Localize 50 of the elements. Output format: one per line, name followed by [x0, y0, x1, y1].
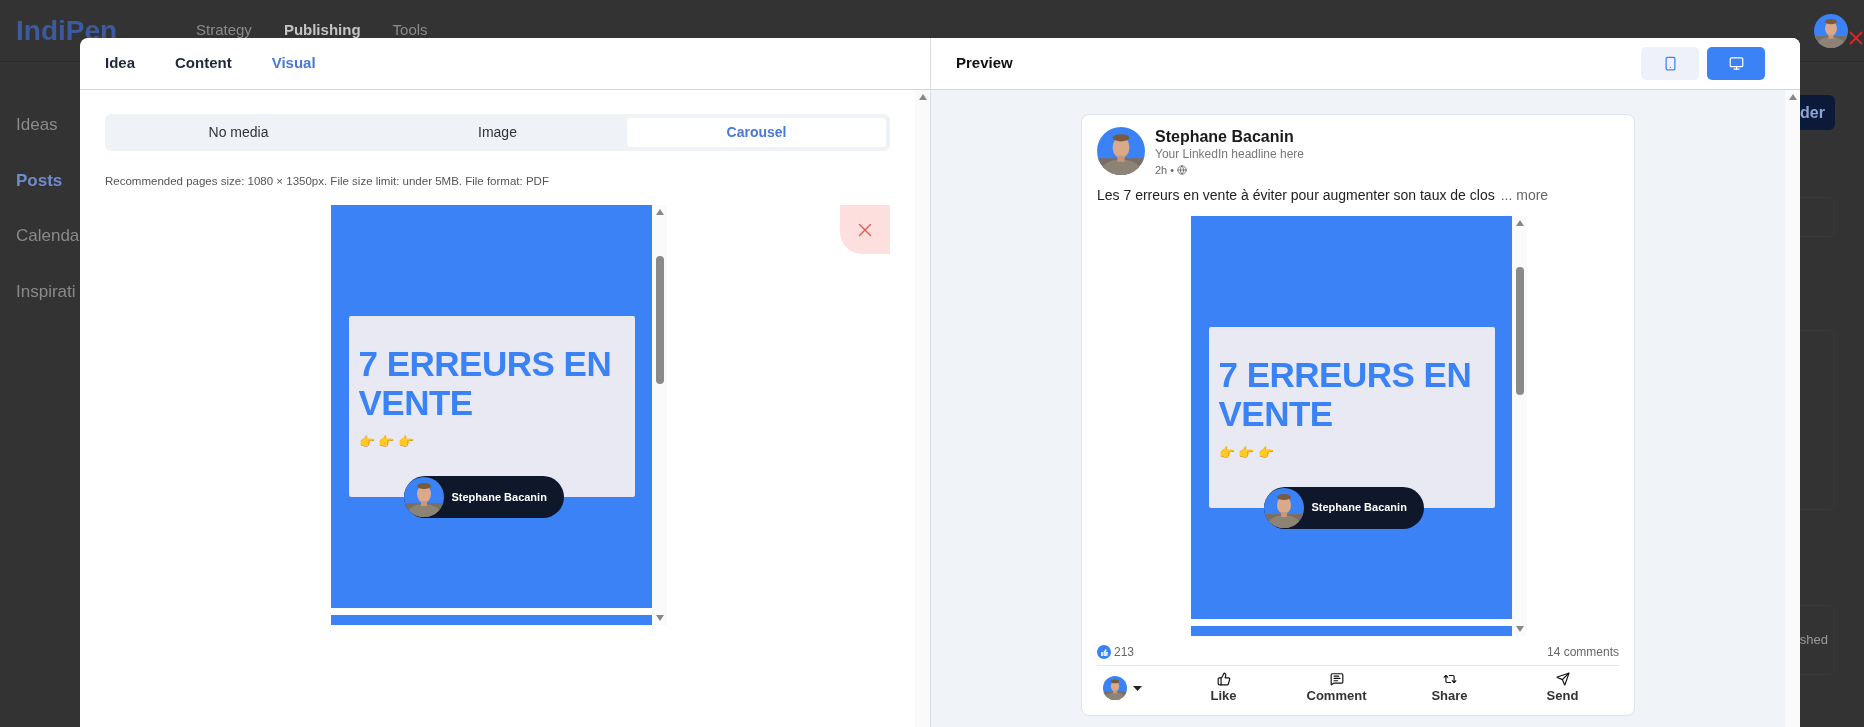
tab[interactable]: Idea: [105, 52, 135, 75]
tab[interactable]: Content: [175, 52, 232, 75]
more-link[interactable]: ... more: [1500, 184, 1549, 206]
scrollbar[interactable]: [1785, 90, 1800, 727]
globe-icon: [1177, 165, 1188, 176]
comment-count[interactable]: 14 comments: [1546, 643, 1619, 661]
hint-text: Recommended pages size: 1080 × 1350px. File size limit: under 5MB. File format: PDF: [105, 174, 550, 189]
caret-icon[interactable]: [1133, 685, 1142, 691]
post-action[interactable]: Share: [1393, 671, 1506, 705]
slide-title: 7 ERREURS EN VENTE: [358, 344, 613, 423]
scroll-up-icon[interactable]: [918, 94, 927, 100]
device-toggle[interactable]: [1641, 47, 1699, 80]
scrollbar-thumb[interactable]: [1515, 266, 1524, 395]
device-toggle[interactable]: [1707, 47, 1765, 80]
slide-emoji: 👉 👉 👉: [358, 433, 415, 452]
author-name: Stephane Bacanin: [451, 490, 547, 505]
author-name: Stephane Bacanin: [1311, 500, 1407, 516]
thumbs-up-icon: [1216, 671, 1231, 686]
reaction-count: 213: [1114, 644, 1135, 661]
monitor-icon: [1728, 56, 1744, 71]
scroll-down-icon[interactable]: [655, 615, 664, 622]
preview-title: Preview: [956, 53, 1013, 74]
like-reaction-icon: [1097, 645, 1111, 659]
post-action[interactable]: Send: [1506, 671, 1619, 705]
nav-link[interactable]: Strategy: [196, 19, 252, 42]
scrollbar[interactable]: [915, 90, 930, 727]
tab[interactable]: Visual: [271, 52, 316, 75]
post-time: 2h •: [1155, 163, 1175, 178]
media-option[interactable]: Image: [368, 118, 627, 147]
scroll-up-icon[interactable]: [1788, 94, 1797, 100]
logo: IndiPen: [16, 13, 119, 48]
paper-plane-icon: [1555, 671, 1570, 686]
slide-title: 7 ERREURS EN VENTE: [1218, 354, 1473, 433]
speech-bubble-icon: [1329, 671, 1344, 686]
nav-link[interactable]: Publishing: [283, 19, 361, 42]
phone-icon: [1662, 56, 1678, 71]
author-name[interactable]: Stephane Bacanin: [1155, 127, 1304, 147]
scroll-down-icon[interactable]: [1515, 625, 1524, 632]
author-headline: Your LinkedIn headline here: [1155, 147, 1304, 162]
post-action[interactable]: Like: [1167, 671, 1280, 705]
remove-button[interactable]: [840, 205, 890, 255]
scroll-up-icon[interactable]: [655, 209, 664, 216]
post-action[interactable]: Comment: [1280, 671, 1393, 705]
nav-link[interactable]: Tools: [392, 19, 428, 42]
slide-emoji: 👉 👉 👉: [1218, 443, 1275, 462]
scroll-up-icon[interactable]: [1515, 219, 1524, 226]
post-text: Les 7 erreurs en vente à éviter pour augmenter son taux de clos: [1097, 185, 1495, 205]
scrollbar-thumb[interactable]: [655, 256, 664, 385]
media-option[interactable]: Carousel: [627, 118, 886, 147]
media-option[interactable]: No media: [109, 118, 368, 147]
